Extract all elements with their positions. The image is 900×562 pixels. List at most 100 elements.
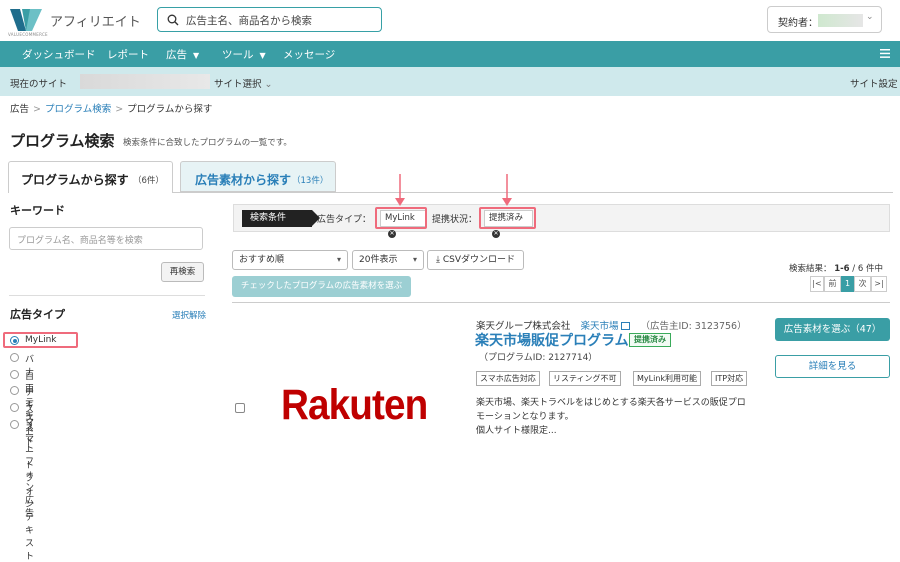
breadcrumb-program-search[interactable]: プログラム検索 — [45, 104, 111, 115]
pager-first[interactable]: |< — [810, 276, 824, 292]
program-name-link[interactable]: 楽天市場販促プログラム — [475, 330, 629, 350]
caret-down-icon: ▼ — [193, 51, 200, 60]
brand-title: アフィリエイト — [50, 15, 141, 30]
keyword-heading: キーワード — [10, 204, 65, 217]
external-link-icon — [621, 322, 631, 330]
breadcrumb-separator: > — [115, 104, 124, 115]
tab-program-search[interactable]: プログラムから探す （6件） — [8, 161, 173, 193]
page-title: プログラム検索 — [10, 132, 115, 150]
view-details-button[interactable]: 詳細を見る — [775, 355, 890, 378]
arrow-down-icon — [502, 174, 512, 206]
nav-report[interactable]: レポート — [107, 47, 149, 62]
clear-selection-link[interactable]: 選択解除 — [172, 309, 206, 321]
site-name-redacted — [80, 74, 210, 89]
result-total: / 6 件中 — [852, 264, 883, 274]
tab-count: （6件） — [133, 176, 164, 186]
breadcrumb-ads[interactable]: 広告 — [10, 104, 29, 115]
remove-icon[interactable]: ✕ — [388, 230, 396, 238]
tag: MyLink利用可能 — [633, 371, 702, 386]
research-button[interactable]: 再検索 — [161, 262, 204, 282]
chevron-down-icon: ▾ — [336, 255, 341, 264]
chevron-down-icon: ▾ — [412, 255, 417, 264]
breadcrumb-current: プログラムから探す — [127, 104, 213, 115]
search-icon — [167, 14, 179, 26]
nav-messages[interactable]: メッセージ — [283, 47, 335, 62]
breadcrumb: 広告 > プログラム検索 > プログラムから探す — [10, 101, 212, 115]
nav-tools-label: ツール — [222, 49, 254, 61]
csv-download-button[interactable]: ⤓ CSVダウンロード — [427, 250, 524, 270]
option-label: スマートフォンテキスト — [25, 421, 35, 562]
select-material-button[interactable]: 広告素材を選ぶ（47） — [775, 318, 890, 341]
remove-icon[interactable]: ✕ — [492, 230, 500, 238]
page-description: 検索条件に合致したプログラムの一覧です。 — [123, 138, 292, 148]
result-label: 検索結果： — [789, 264, 832, 274]
advertiser-id: （広告主ID: 3123756） — [640, 321, 747, 332]
per-page-value: 20件表示 — [359, 255, 398, 265]
program-checkbox[interactable] — [235, 403, 245, 413]
keyword-input[interactable]: プログラム名、商品名等を検索 — [9, 227, 203, 250]
sort-value: おすすめ順 — [239, 255, 285, 265]
pager-next[interactable]: 次 — [854, 276, 871, 292]
radio-button[interactable] — [10, 386, 19, 396]
tab-count: （13件） — [292, 176, 329, 186]
select-checked-materials-button[interactable]: チェックしたプログラムの広告素材を選ぶ — [232, 276, 411, 297]
filter-status-label: 提携状況： — [432, 215, 478, 225]
valuecommerce-logo[interactable] — [8, 5, 44, 35]
main-nav: ダッシュボード レポート 広告 ▼ ツール ▼ メッセージ — [0, 41, 900, 67]
logo-subtext: VALUECOMMERCE — [8, 32, 48, 37]
chevron-down-icon: ⌄ — [866, 12, 874, 22]
arrow-down-icon — [395, 174, 405, 206]
tab-material-search[interactable]: 広告素材から探す （13件） — [180, 161, 336, 192]
nav-dashboard[interactable]: ダッシュボード — [22, 47, 96, 62]
pager-page-1[interactable]: 1 — [841, 276, 854, 292]
caret-down-icon: ▼ — [259, 51, 266, 60]
csv-label: CSVダウンロード — [442, 255, 515, 265]
menu-icon[interactable] — [880, 49, 890, 58]
pager-last[interactable]: >| — [871, 276, 887, 292]
filter-conditions-bar: 検索条件 広告タイプ： MyLink✕ 提携状況： 提携済み✕ — [233, 204, 890, 238]
radio-button[interactable] — [10, 369, 19, 379]
account-label: 契約者： — [778, 18, 818, 29]
description-line: 個人サイト様限定... — [476, 426, 557, 436]
sort-select[interactable]: おすすめ順 ▾ — [232, 250, 348, 270]
nav-ads-label: 広告 — [166, 49, 187, 61]
radio-button[interactable] — [10, 352, 19, 362]
search-input[interactable]: 広告主名、商品名から検索 — [157, 7, 382, 32]
top-bar: VALUECOMMERCE アフィリエイト 広告主名、商品名から検索 契約者： … — [0, 0, 900, 41]
tag: リスティング不可 — [549, 371, 621, 386]
highlight-box — [3, 332, 78, 348]
nav-ads[interactable]: 広告 ▼ — [166, 47, 199, 62]
site-bar: 現在のサイト サイト選択 ⌄ サイト設定 — [0, 67, 900, 96]
highlight-box — [375, 207, 427, 229]
breadcrumb-separator: > — [33, 104, 41, 115]
pager-prev[interactable]: 前 — [824, 276, 841, 292]
radio-button[interactable] — [10, 403, 19, 413]
per-page-select[interactable]: 20件表示 ▾ — [352, 250, 424, 270]
site-settings-link[interactable]: サイト設定 — [850, 76, 898, 90]
site-select-label: サイト選択 — [214, 79, 262, 90]
site-select-dropdown[interactable]: サイト選択 ⌄ — [214, 76, 273, 90]
partner-status-badge: 提携済み — [629, 333, 671, 347]
chevron-down-icon: ⌄ — [264, 79, 273, 90]
highlight-box — [479, 207, 536, 229]
current-site-label: 現在のサイト — [10, 79, 68, 90]
download-icon: ⤓ — [435, 255, 440, 265]
nav-tools[interactable]: ツール ▼ — [222, 47, 266, 62]
program-description: 楽天市場、楽天トラベルをはじめとする楽天各サービスの販促プロ モーションとなりま… — [476, 396, 766, 438]
ad-type-heading: 広告タイプ — [10, 308, 65, 321]
keyword-placeholder: プログラム名、商品名等を検索 — [17, 236, 143, 246]
radio-button[interactable] — [10, 419, 19, 429]
filter-type-label: 広告タイプ： — [317, 215, 372, 225]
search-placeholder: 広告主名、商品名から検索 — [186, 15, 312, 27]
result-count: 検索結果： 1-6 / 6 件中 — [789, 262, 883, 274]
account-name-redacted — [818, 14, 863, 27]
filter-badge: 検索条件 — [242, 210, 320, 227]
account-dropdown[interactable]: 契約者： ⌄ — [767, 6, 882, 33]
rakuten-logo: Rakuten — [281, 381, 428, 429]
divider — [232, 302, 890, 303]
result-range: 1-6 — [834, 264, 850, 274]
tab-label: プログラムから探す — [21, 173, 129, 187]
tab-label: 広告素材から探す — [195, 173, 292, 187]
tag: ITP対応 — [711, 371, 748, 386]
tab-divider-gap — [9, 192, 172, 193]
